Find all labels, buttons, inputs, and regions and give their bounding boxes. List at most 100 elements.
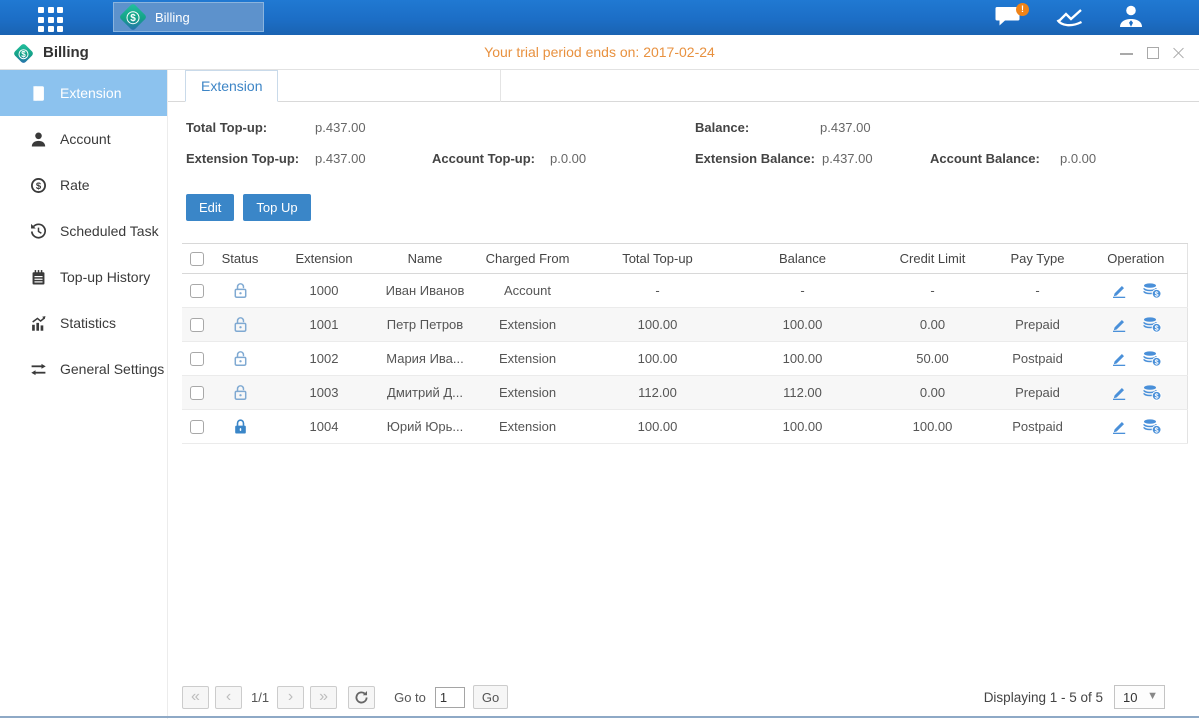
topup-icon[interactable]: $ [1142,350,1162,367]
go-button[interactable]: Go [473,685,508,709]
page-size-select[interactable]: 10 ▼ [1114,685,1165,709]
locked-icon[interactable] [232,418,249,433]
cell-name: Юрий Юрь... [380,410,470,444]
cell-name: Мария Ива... [380,342,470,376]
app-tab-label: Billing [155,10,190,25]
maximize-icon[interactable] [1146,46,1159,59]
cell-extension: 1001 [268,308,380,342]
edit-icon[interactable] [1110,316,1128,333]
billing-app-icon: $ [119,3,147,31]
user-account-icon[interactable] [1117,4,1145,35]
first-page-button[interactable]: « [182,686,209,709]
cell-credit-limit: 100.00 [875,410,990,444]
table-header-row: StatusExtensionNameCharged FromTotal Top… [182,244,1187,274]
row-checkbox[interactable] [190,386,204,400]
edit-icon[interactable] [1110,350,1128,367]
row-checkbox[interactable] [190,318,204,332]
edit-icon[interactable] [1110,418,1128,435]
balance-label: Balance: [695,120,749,135]
sidebar-item-top-up-history[interactable]: Top-up History [0,254,167,300]
unlocked-icon[interactable] [232,384,249,399]
topup-icon[interactable]: $ [1142,282,1162,299]
cell-pay-type: Postpaid [990,410,1085,444]
select-all-header [182,244,212,274]
dollar-circle-icon: $ [30,177,47,194]
goto-page-input[interactable] [435,687,465,708]
edit-icon[interactable] [1110,282,1128,299]
column-header: Charged From [470,244,585,274]
window-bottom-edge [0,716,1199,718]
extension-top-up-value: p.437.00 [315,151,366,166]
last-page-button[interactable]: » [310,686,337,709]
page-size-value: 10 [1123,690,1137,705]
window-billing-icon: $ [16,46,31,61]
table-row: 1003Дмитрий Д...Extension112.00112.000.0… [182,376,1187,410]
select-all-checkbox[interactable] [190,252,204,266]
sidebar-item-label: Top-up History [60,269,150,285]
cell-name: Петр Петров [380,308,470,342]
row-checkbox[interactable] [190,284,204,298]
column-header: Name [380,244,470,274]
tab-extension[interactable]: Extension [185,70,278,102]
reports-chart-icon[interactable] [1056,7,1088,34]
chevron-down-icon: ▼ [1147,690,1158,702]
extension-top-up-label: Extension Top-up: [186,151,299,166]
cell-credit-limit: 0.00 [875,308,990,342]
cell-total-top-up: 100.00 [585,410,730,444]
sidebar-item-extension[interactable]: Extension [0,70,167,116]
notepad-icon [30,269,47,286]
displaying-info: Displaying 1 - 5 of 5 [984,690,1103,705]
user-icon [30,131,47,148]
sidebar-item-label: Account [60,131,111,147]
history-clock-icon [30,223,47,240]
row-checkbox[interactable] [190,420,204,434]
sidebar-item-general-settings[interactable]: General Settings [0,346,167,392]
cell-credit-limit: 50.00 [875,342,990,376]
sidebar-item-label: Extension [60,85,121,101]
close-icon[interactable] [1172,46,1185,59]
svg-text:$: $ [1154,393,1158,400]
tab-strip: Extension [168,70,1199,102]
top-up-button[interactable]: Top Up [243,194,310,221]
topup-icon[interactable]: $ [1142,316,1162,333]
sidebar-item-scheduled-task[interactable]: Scheduled Task [0,208,167,254]
account-balance-label: Account Balance: [930,151,1040,166]
extension-table: StatusExtensionNameCharged FromTotal Top… [182,243,1188,444]
cell-charged-from: Extension [470,410,585,444]
table-row: 1004Юрий Юрь...Extension100.00100.00100.… [182,410,1187,444]
refresh-button[interactable] [348,686,375,709]
topup-icon[interactable]: $ [1142,384,1162,401]
window-title-bar: $ Billing Your trial period ends on: 201… [0,35,1199,70]
cell-pay-type: Prepaid [990,376,1085,410]
sidebar-item-rate[interactable]: $ Rate [0,162,167,208]
account-top-up-label: Account Top-up: [432,151,535,166]
cell-extension: 1003 [268,376,380,410]
column-header: Extension [268,244,380,274]
sidebar-item-label: Rate [60,177,90,193]
cell-pay-type: Postpaid [990,342,1085,376]
balance-value: p.437.00 [820,120,871,135]
cell-total-top-up: 100.00 [585,308,730,342]
column-header: Total Top-up [585,244,730,274]
topup-icon[interactable]: $ [1142,418,1162,435]
row-checkbox[interactable] [190,352,204,366]
next-page-button[interactable]: › [277,686,304,709]
messages-icon[interactable]: ! [995,5,1023,34]
sidebar-item-statistics[interactable]: Statistics [0,300,167,346]
edit-button[interactable]: Edit [186,194,234,221]
total-top-up-value: p.437.00 [315,120,366,135]
edit-icon[interactable] [1110,384,1128,401]
unlocked-icon[interactable] [232,316,249,331]
statistics-icon [30,315,47,332]
svg-text:$: $ [1154,359,1158,366]
unlocked-icon[interactable] [232,350,249,365]
cell-pay-type: - [990,274,1085,308]
column-header: Credit Limit [875,244,990,274]
apps-grid-icon[interactable] [38,7,63,32]
prev-page-button[interactable]: ‹ [215,686,242,709]
billing-app-tab[interactable]: $ Billing [113,2,264,32]
minimize-icon[interactable] [1120,46,1133,59]
unlocked-icon[interactable] [232,282,249,297]
cell-balance: 100.00 [730,308,875,342]
sidebar-item-account[interactable]: Account [0,116,167,162]
